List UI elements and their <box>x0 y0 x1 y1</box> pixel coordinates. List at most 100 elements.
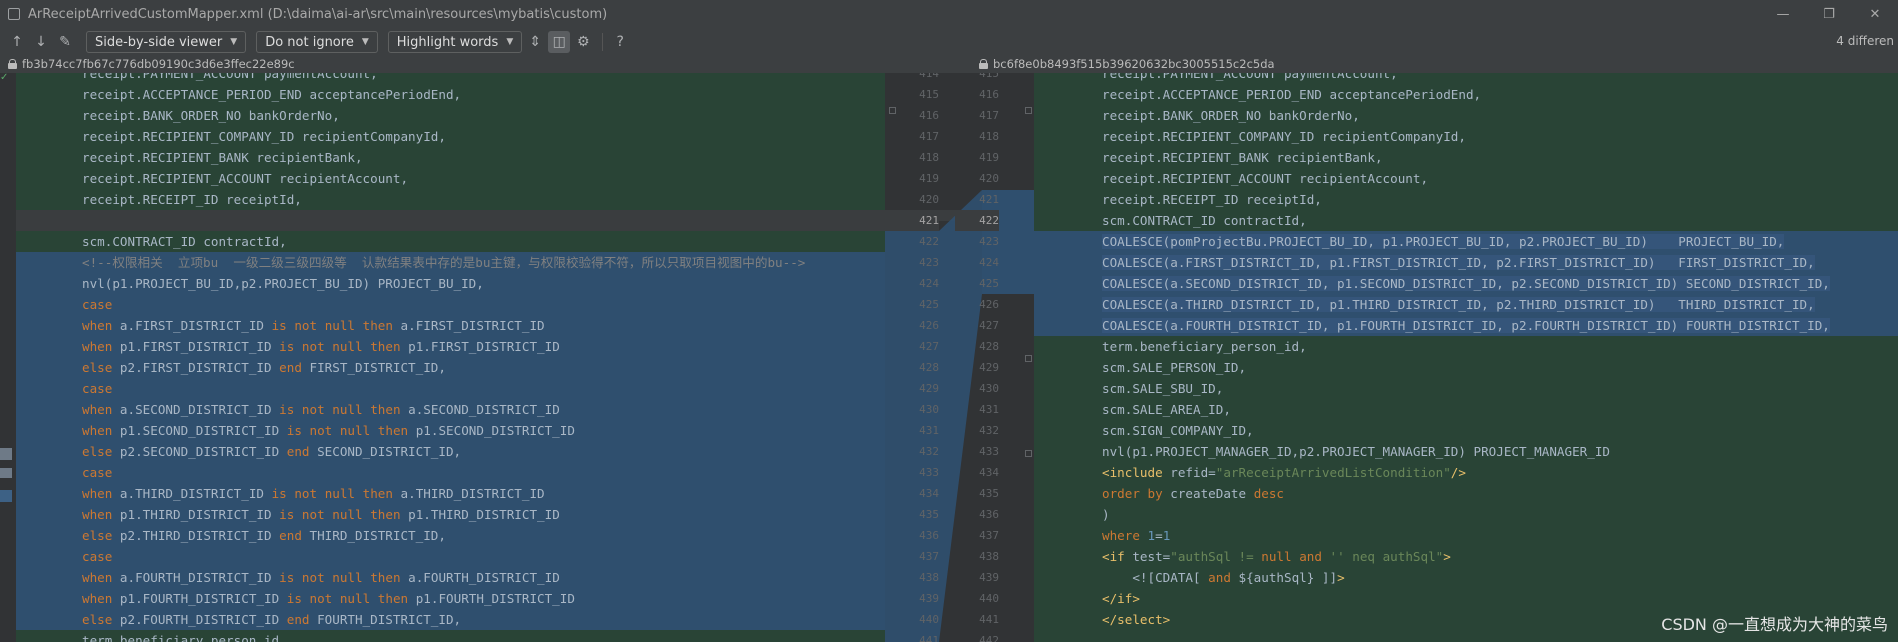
previous-difference-icon[interactable]: ↑ <box>6 31 28 53</box>
viewer-mode-select[interactable]: Side-by-side viewer ▼ <box>86 31 247 53</box>
window-title: ArReceiptArrivedCustomMapper.xml (D:\dai… <box>28 6 608 22</box>
diff-toolbar: ↑ ↓ ✎ Side-by-side viewer ▼ Do not ignor… <box>0 28 1898 56</box>
line-number: 438 <box>979 550 999 563</box>
line-number: 425 <box>979 277 999 290</box>
diff-gutter: 414 415 416 417 418 419 420 421 422 423 424 425 426 4… <box>885 73 1034 642</box>
maximize-button[interactable]: ❐ <box>1806 0 1852 28</box>
line-number: 421 <box>885 210 939 231</box>
revision-bar: fb3b74cc7fb67c776db09190c3d6e3ffec22e89c… <box>0 56 1898 73</box>
line-number: 436 <box>919 529 939 542</box>
line-number: 441 <box>979 613 999 626</box>
code-line: case <box>0 462 885 483</box>
line-number: 424 <box>919 277 939 290</box>
code-line: else p2.SECOND_DISTRICT_ID end SECOND_DI… <box>0 441 885 462</box>
code-line: nvl(p1.PROJECT_BU_ID,p2.PROJECT_BU_ID) P… <box>0 273 885 294</box>
code-line: scm.SALE_PERSON_ID, <box>1034 357 1898 378</box>
sync-scroll-icon[interactable]: ◫ <box>548 31 571 53</box>
line-number: 438 <box>919 571 939 584</box>
line-number: 419 <box>919 172 939 185</box>
right-code: receipt.PAYMENT_ACCOUNT paymentAccount, r… <box>1034 73 1898 642</box>
line-number: 423 <box>919 256 939 269</box>
close-button[interactable]: ✕ <box>1852 0 1898 28</box>
code-line: receipt.PAYMENT_ACCOUNT paymentAccount, <box>1034 73 1898 84</box>
fold-marker[interactable] <box>1025 450 1032 457</box>
help-icon[interactable]: ? <box>609 31 631 53</box>
fold-marker[interactable] <box>889 107 896 114</box>
code-line: scm.CONTRACT_ID contractId, <box>1034 210 1898 231</box>
code-line: term.beneficiary_person_id, <box>0 630 885 642</box>
code-line: scm.SIGN_COMPANY_ID, <box>1034 420 1898 441</box>
line-number: 437 <box>979 529 999 542</box>
code-line: <if test="authSql != null and '' neq aut… <box>1034 546 1898 567</box>
line-number: 435 <box>919 508 939 521</box>
check-icon: ✓ <box>0 73 9 83</box>
line-number: 414 <box>919 73 939 80</box>
line-number: 428 <box>919 361 939 374</box>
code-line: receipt.RECIPIENT_ACCOUNT recipientAccou… <box>1034 168 1898 189</box>
code-line: receipt.RECIPIENT_COMPANY_ID recipientCo… <box>1034 126 1898 147</box>
line-number: 440 <box>919 613 939 626</box>
line-number: 421 <box>979 193 999 206</box>
code-line: <include refid="arReceiptArrivedListCond… <box>1034 462 1898 483</box>
minimize-button[interactable]: — <box>1760 0 1806 28</box>
toolbar-divider <box>602 33 604 51</box>
edit-source-icon[interactable]: ✎ <box>54 31 76 53</box>
code-line: when a.FIRST_DISTRICT_ID is not null the… <box>0 315 885 336</box>
left-editor-pane[interactable]: receipt.PAYMENT_ACCOUNT paymentAccount, r… <box>0 73 885 642</box>
code-line: case <box>0 546 885 567</box>
code-line: <![CDATA[ and ${authSql} ]]> <box>1034 567 1898 588</box>
left-line-numbers: 414 415 416 417 418 419 420 421 422 423 424 425 426 4… <box>885 73 939 642</box>
csdn-watermark: CSDN @一直想成为大神的菜鸟 <box>1661 615 1888 634</box>
code-line: nvl(p1.PROJECT_MANAGER_ID,p2.PROJECT_MAN… <box>1034 441 1898 462</box>
right-revision: bc6f8e0b8493f515b39620632bc3005515c2c5da <box>979 57 1275 71</box>
whitespace-ignore-select[interactable]: Do not ignore ▼ <box>256 31 378 53</box>
lock-icon <box>979 59 988 69</box>
line-number: 415 <box>919 88 939 101</box>
right-editor-pane[interactable]: receipt.PAYMENT_ACCOUNT paymentAccount, r… <box>1034 73 1898 642</box>
code-line: scm.SALE_AREA_ID, <box>1034 399 1898 420</box>
line-number: 430 <box>919 403 939 416</box>
line-number: 417 <box>979 109 999 122</box>
code-line: where 1=1 <box>1034 525 1898 546</box>
code-line: scm.SALE_SBU_ID, <box>1034 378 1898 399</box>
code-line: when a.SECOND_DISTRICT_ID is not null th… <box>0 399 885 420</box>
line-number: 422 <box>955 210 999 231</box>
code-line: when p1.SECOND_DISTRICT_ID is not null t… <box>0 420 885 441</box>
code-line: scm.CONTRACT_ID contractId, <box>0 231 885 252</box>
scroll-marker <box>0 448 12 460</box>
code-line: receipt.BANK_ORDER_NO bankOrderNo, <box>1034 105 1898 126</box>
left-code: receipt.PAYMENT_ACCOUNT paymentAccount, r… <box>0 73 885 642</box>
fold-marker[interactable] <box>1025 107 1032 114</box>
line-number: 429 <box>919 382 939 395</box>
line-number: 418 <box>919 151 939 164</box>
line-number: 426 <box>919 319 939 332</box>
highlight-mode-select[interactable]: Highlight words ▼ <box>387 31 523 53</box>
window-controls: — ❐ ✕ <box>1760 0 1898 28</box>
line-number: 437 <box>919 550 939 563</box>
code-line: COALESCE(a.FOURTH_DISTRICT_ID, p1.FOURTH… <box>1034 315 1898 336</box>
line-number: 431 <box>919 424 939 437</box>
code-line: receipt.RECIPIENT_ACCOUNT recipientAccou… <box>0 168 885 189</box>
differences-count: 4 differen <box>1836 34 1894 48</box>
next-difference-icon[interactable]: ↓ <box>30 31 52 53</box>
chevron-down-icon: ▼ <box>230 37 238 47</box>
collapse-unchanged-icon[interactable]: ⇕ <box>524 31 546 53</box>
left-revision-hash: fb3b74cc7fb67c776db09190c3d6e3ffec22e89c <box>22 57 295 71</box>
line-number: 420 <box>919 193 939 206</box>
code-line: COALESCE(a.SECOND_DISTRICT_ID, p1.SECOND… <box>1034 273 1898 294</box>
line-number: 425 <box>919 298 939 311</box>
chevron-down-icon: ▼ <box>506 37 514 47</box>
line-number: 416 <box>979 88 999 101</box>
code-line: when a.THIRD_DISTRICT_ID is not null the… <box>0 483 885 504</box>
line-number: 440 <box>979 592 999 605</box>
code-line: ) <box>1034 504 1898 525</box>
line-number: 432 <box>919 445 939 458</box>
line-number: 420 <box>979 172 999 185</box>
code-line: receipt.RECIPIENT_BANK recipientBank, <box>1034 147 1898 168</box>
settings-gear-icon[interactable]: ⚙ <box>572 31 594 53</box>
line-number: 435 <box>979 487 999 500</box>
code-line: receipt.RECIPIENT_COMPANY_ID recipientCo… <box>0 126 885 147</box>
fold-marker[interactable] <box>1025 355 1032 362</box>
code-line: else p2.FIRST_DISTRICT_ID end FIRST_DIST… <box>0 357 885 378</box>
code-line: receipt.ACCEPTANCE_PERIOD_END acceptance… <box>1034 84 1898 105</box>
